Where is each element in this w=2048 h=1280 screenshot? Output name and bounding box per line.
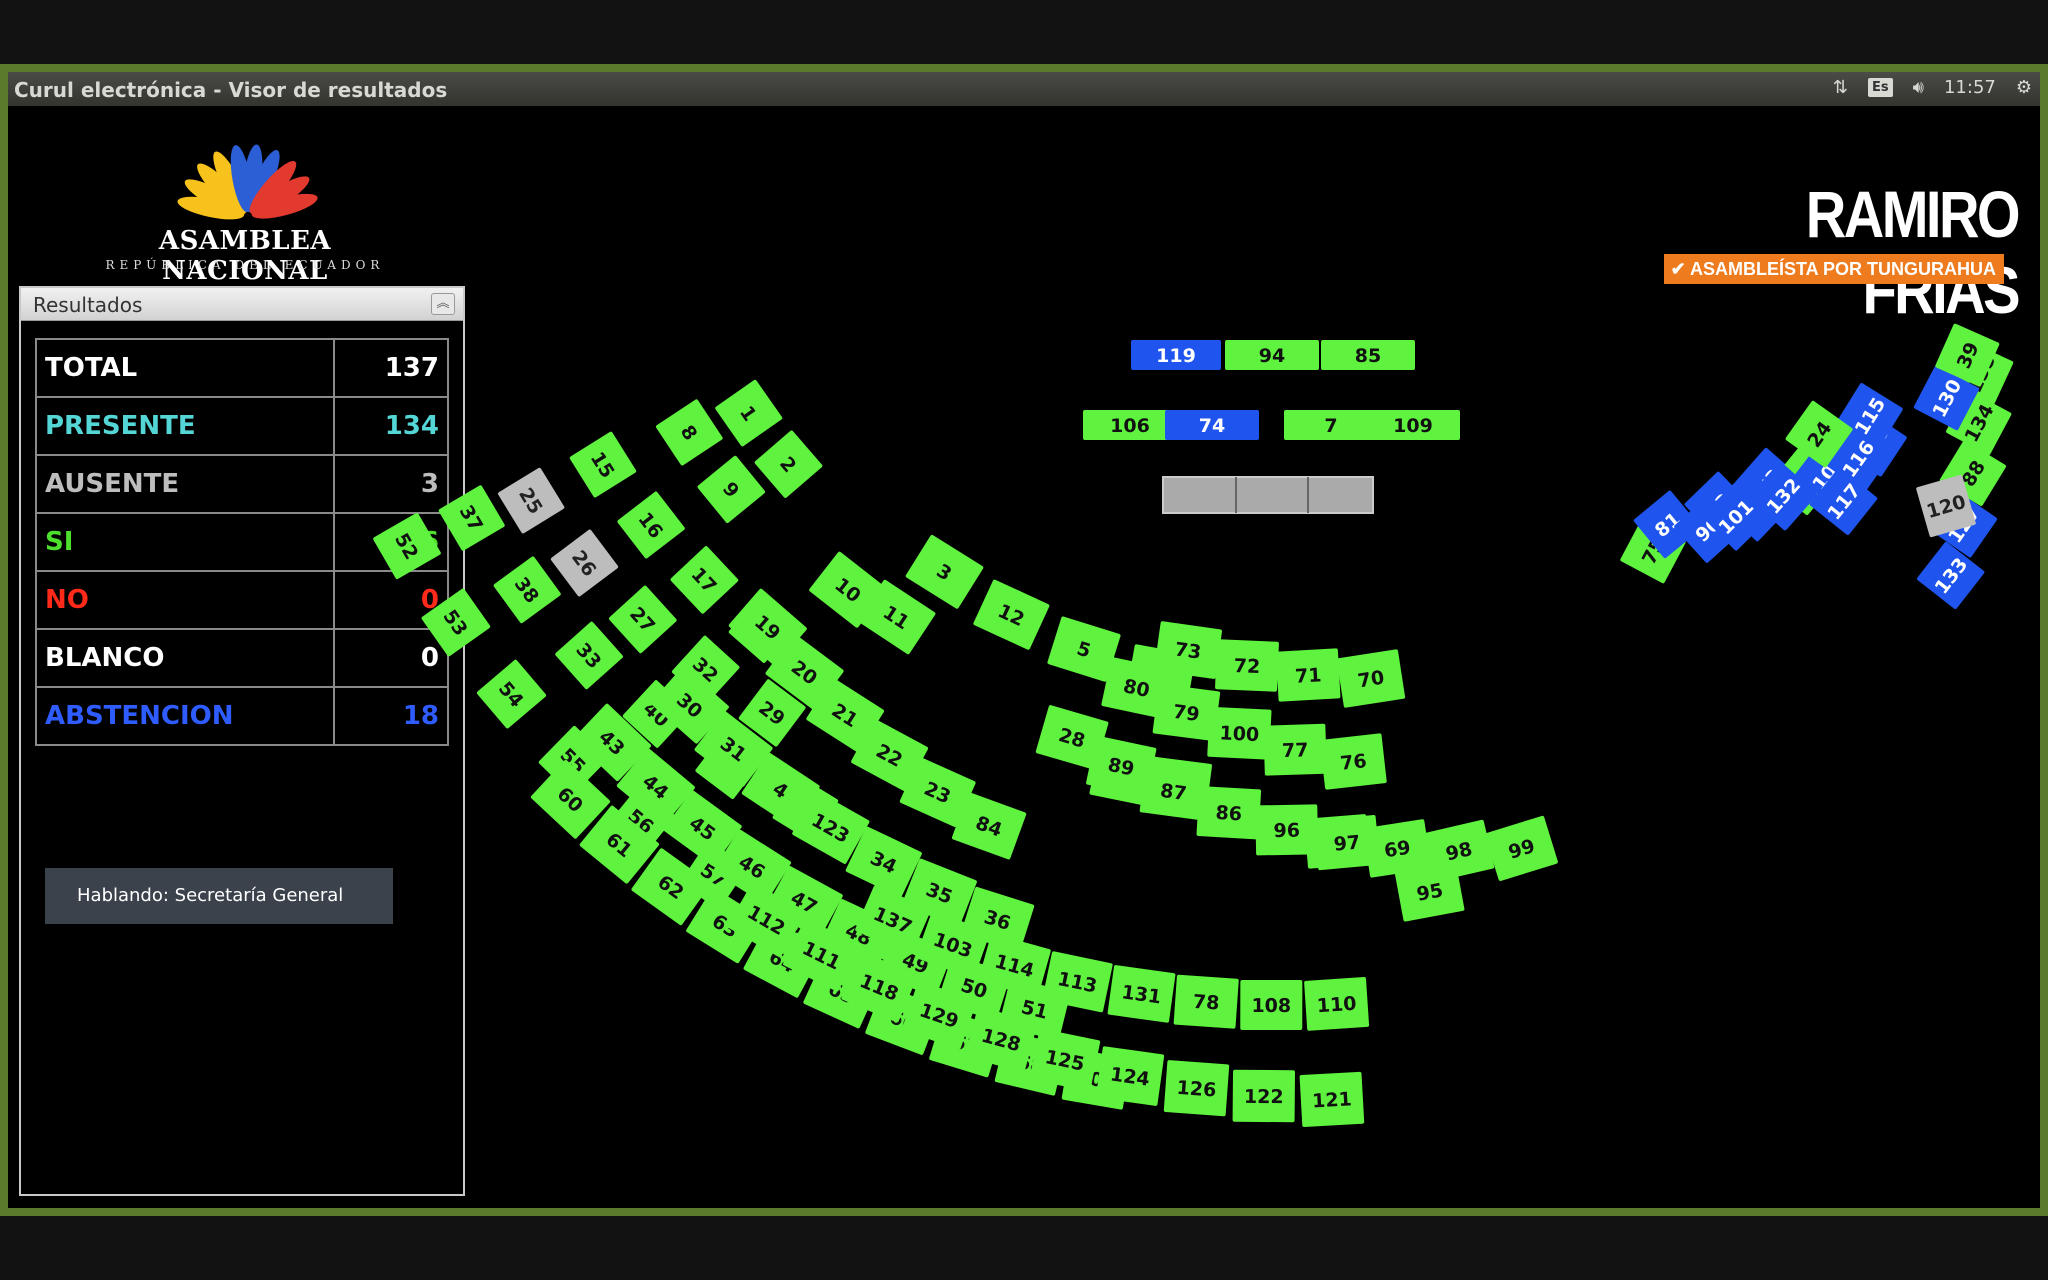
seat-number: 77 xyxy=(1282,739,1309,762)
seat-number: 110 xyxy=(1316,993,1357,1018)
seat-17[interactable]: 17 xyxy=(670,545,739,614)
seat-number: 79 xyxy=(1172,701,1201,726)
seat-77[interactable]: 77 xyxy=(1263,723,1327,776)
seat-72[interactable]: 72 xyxy=(1215,639,1279,692)
seat-131[interactable]: 131 xyxy=(1107,965,1176,1023)
seat-7[interactable]: 7 xyxy=(1284,410,1378,440)
seat-52[interactable]: 52 xyxy=(372,512,441,580)
seat-94[interactable]: 94 xyxy=(1225,340,1319,370)
seat-number: 69 xyxy=(1383,836,1413,862)
seat-number: 76 xyxy=(1339,750,1368,775)
seat-number: 87 xyxy=(1159,780,1188,805)
podium-desk xyxy=(1162,476,1374,514)
seat-number: 70 xyxy=(1356,667,1386,693)
seat-74[interactable]: 74 xyxy=(1165,410,1259,440)
seat-number: 100 xyxy=(1219,722,1260,746)
seat-number: 73 xyxy=(1173,638,1202,663)
seat-number: 97 xyxy=(1333,831,1361,855)
seat-number: 74 xyxy=(1199,415,1225,437)
overlay-tagline-text: ASAMBLEÍSTA POR TUNGURAHUA xyxy=(1690,259,1996,279)
seat-109[interactable]: 109 xyxy=(1366,410,1460,440)
seat-12[interactable]: 12 xyxy=(973,579,1050,650)
volume-icon[interactable]: 🔊︎ xyxy=(1913,77,1924,98)
seat-2[interactable]: 2 xyxy=(754,430,823,499)
seat-119[interactable]: 119 xyxy=(1131,340,1221,370)
seat-106[interactable]: 106 xyxy=(1083,410,1177,440)
seat-108[interactable]: 108 xyxy=(1240,979,1303,1031)
seat-124[interactable]: 124 xyxy=(1096,1046,1165,1106)
seat-122[interactable]: 122 xyxy=(1232,1069,1296,1123)
keyboard-layout-icon[interactable]: Es xyxy=(1868,78,1893,97)
seat-number: 122 xyxy=(1244,1086,1284,1108)
app-window: Curul electrónica - Visor de resultados … xyxy=(0,64,2048,1216)
seat-number: 71 xyxy=(1294,664,1322,687)
seat-33[interactable]: 33 xyxy=(554,621,623,690)
results-viewer: ASAMBLEA NACIONAL REPÚBLICA DEL ECUADOR … xyxy=(8,106,2040,1208)
seat-number: 106 xyxy=(1110,415,1150,437)
seat-126[interactable]: 126 xyxy=(1163,1060,1230,1117)
system-tray: ⇅ Es 🔊︎ 11:57 ⚙ xyxy=(1833,77,2032,98)
seat-number: 126 xyxy=(1176,1077,1217,1102)
settings-gear-icon[interactable]: ⚙ xyxy=(2016,77,2032,98)
seat-number: 94 xyxy=(1259,345,1285,367)
seat-number: 109 xyxy=(1393,415,1433,437)
seat-number: 96 xyxy=(1273,820,1300,842)
seat-96[interactable]: 96 xyxy=(1255,804,1319,856)
overlay-name: RAMIRO FRÍAS xyxy=(1805,177,2021,327)
seat-8[interactable]: 8 xyxy=(655,399,723,467)
seat-number: 7 xyxy=(1324,415,1337,437)
seat-number: 121 xyxy=(1312,1088,1353,1112)
seat-54[interactable]: 54 xyxy=(476,659,547,729)
network-arrows-icon[interactable]: ⇅ xyxy=(1833,77,1848,98)
seat-70[interactable]: 70 xyxy=(1336,649,1406,708)
seat-16[interactable]: 16 xyxy=(617,491,686,560)
seat-number: 119 xyxy=(1156,345,1196,367)
seat-110[interactable]: 110 xyxy=(1304,977,1370,1031)
seat-number: 108 xyxy=(1251,995,1291,1017)
seat-3[interactable]: 3 xyxy=(905,534,984,609)
seat-number: 85 xyxy=(1355,345,1381,367)
seat-number: 78 xyxy=(1192,991,1220,1015)
seat-number: 72 xyxy=(1233,655,1260,678)
seat-76[interactable]: 76 xyxy=(1319,733,1387,790)
seat-26[interactable]: 26 xyxy=(550,529,619,597)
seat-37[interactable]: 37 xyxy=(438,485,505,552)
overlay-tagline: ✔ ASAMBLEÍSTA POR TUNGURAHUA xyxy=(1664,254,2004,284)
seat-121[interactable]: 121 xyxy=(1299,1071,1365,1127)
clock[interactable]: 11:57 xyxy=(1944,77,1996,98)
seat-1[interactable]: 1 xyxy=(714,379,783,447)
seat-15[interactable]: 15 xyxy=(569,431,637,498)
checkmark-icon: ✔ xyxy=(1670,259,1690,279)
seat-73[interactable]: 73 xyxy=(1154,621,1223,679)
seat-98[interactable]: 98 xyxy=(1423,819,1495,882)
seat-85[interactable]: 85 xyxy=(1321,340,1415,370)
seat-number: 86 xyxy=(1215,802,1243,825)
seat-25[interactable]: 25 xyxy=(497,467,565,534)
seat-38[interactable]: 38 xyxy=(493,556,562,624)
seat-27[interactable]: 27 xyxy=(608,585,677,654)
seat-71[interactable]: 71 xyxy=(1275,648,1341,702)
seat-99[interactable]: 99 xyxy=(1484,815,1558,881)
seat-53[interactable]: 53 xyxy=(421,588,491,657)
seat-9[interactable]: 9 xyxy=(697,455,766,524)
seat-86[interactable]: 86 xyxy=(1196,786,1262,840)
seat-78[interactable]: 78 xyxy=(1173,974,1239,1029)
window-title: Curul electrónica - Visor de resultados xyxy=(14,78,448,102)
title-bar: Curul electrónica - Visor de resultados … xyxy=(8,72,2040,106)
seat-97[interactable]: 97 xyxy=(1313,815,1380,871)
